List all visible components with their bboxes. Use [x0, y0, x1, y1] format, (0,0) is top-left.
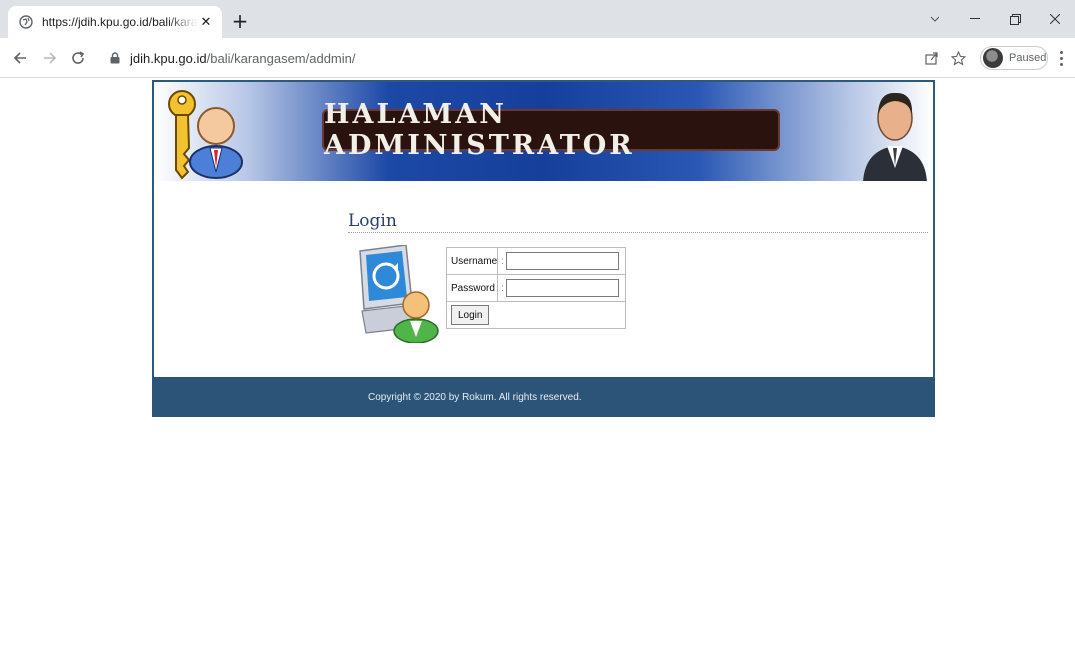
reload-icon[interactable]: [66, 46, 90, 70]
window-controls: [915, 0, 1075, 38]
login-button[interactable]: Login: [451, 305, 490, 325]
star-icon[interactable]: [948, 48, 968, 68]
avatar: [983, 48, 1003, 68]
footer: Copyright © 2020 by Rokum. All rights re…: [152, 377, 935, 417]
banner-title: HALAMAN ADMINISTRATOR: [324, 99, 635, 161]
password-cell: :: [497, 274, 626, 302]
restore-icon[interactable]: [995, 0, 1035, 38]
browser-toolbar: jdih.kpu.go.id/bali/karangasem/addmin/ P…: [0, 38, 1075, 78]
login-heading: Login: [348, 211, 928, 233]
address-bar[interactable]: jdih.kpu.go.id/bali/karangasem/addmin/: [96, 44, 966, 72]
computer-user-icon: [359, 245, 439, 343]
username-label: Username: [445, 247, 499, 275]
password-separator: :: [501, 282, 504, 294]
password-input[interactable]: [505, 279, 619, 297]
profile-button[interactable]: Paused: [980, 46, 1048, 70]
kebab-menu-icon[interactable]: [1055, 48, 1067, 68]
url-host: jdih.kpu.go.id: [130, 50, 207, 66]
username-cell: :: [497, 247, 626, 275]
banner-title-plate: HALAMAN ADMINISTRATOR: [322, 99, 780, 161]
globe-icon: [18, 14, 34, 30]
close-window-icon[interactable]: [1035, 0, 1075, 38]
lock-icon[interactable]: [108, 51, 122, 65]
username-input[interactable]: [505, 252, 619, 270]
tab-strip: https://jdih.kpu.go.id/bali/karangasem ✕…: [0, 0, 1075, 38]
share-icon[interactable]: [922, 48, 942, 68]
password-label: Password: [445, 274, 499, 302]
browser-tab[interactable]: https://jdih.kpu.go.id/bali/karangasem ✕: [8, 6, 222, 38]
url-text: jdih.kpu.go.id/bali/karangasem/addmin/: [130, 51, 355, 66]
admin-page: HALAMAN ADMINISTRATOR Login Username: P…: [152, 80, 935, 417]
administrator-avatar-icon: [863, 92, 927, 181]
tab-title: https://jdih.kpu.go.id/bali/karangasem: [42, 15, 198, 29]
chevron-down-icon[interactable]: [915, 0, 955, 38]
username-separator: :: [501, 255, 504, 267]
back-icon[interactable]: [8, 46, 32, 70]
login-panel: Login Username : Password : Login: [152, 181, 935, 377]
header-banner: HALAMAN ADMINISTRATOR: [152, 80, 935, 181]
plus-icon[interactable]: +: [228, 10, 252, 34]
forward-icon[interactable]: [38, 46, 62, 70]
login-form: Username : Password : Login: [445, 247, 626, 329]
profile-status: Paused: [1009, 52, 1047, 64]
close-icon[interactable]: ✕: [198, 14, 214, 30]
url-path: /bali/karangasem/addmin/: [206, 50, 356, 66]
submit-cell: Login: [446, 301, 626, 329]
minimize-icon[interactable]: [955, 0, 995, 38]
key-user-logo: [168, 90, 243, 180]
copyright-text: Copyright © 2020 by Rokum. All rights re…: [368, 391, 582, 403]
